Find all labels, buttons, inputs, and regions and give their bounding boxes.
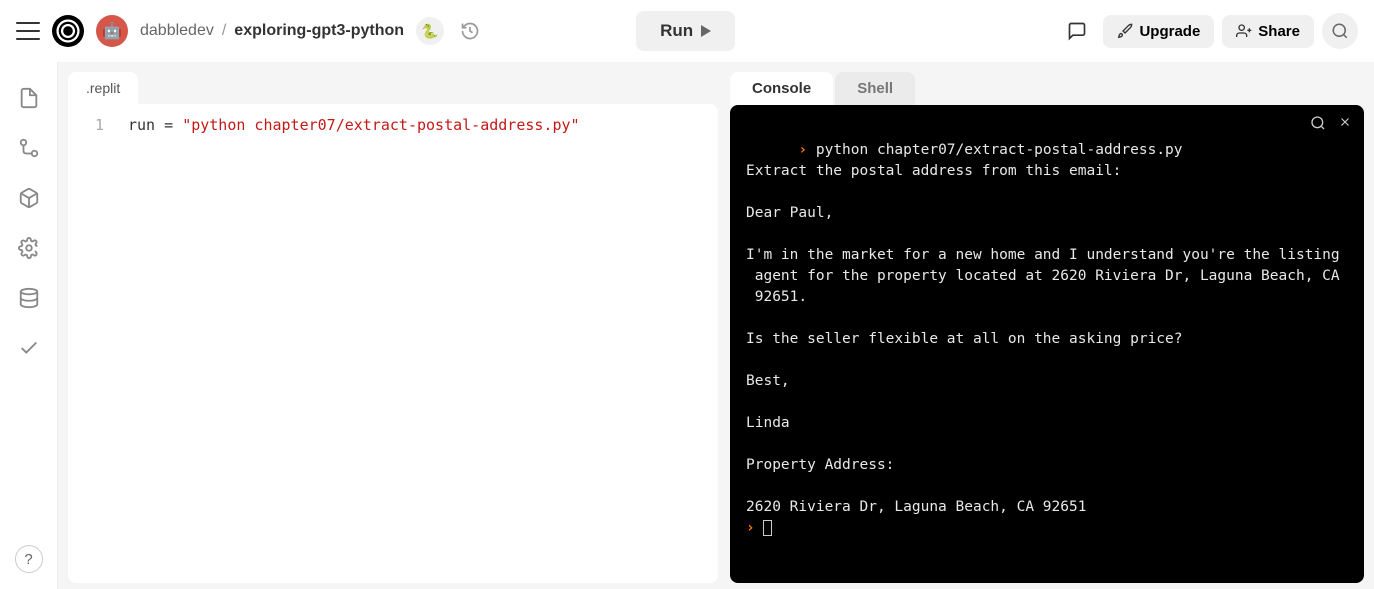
upgrade-button[interactable]: Upgrade [1103,15,1214,48]
rocket-icon [1117,23,1133,39]
console-pane: Console Shell › python chapter07/extract… [724,62,1374,589]
replit-logo[interactable] [52,15,84,47]
terminal-tools [1310,115,1352,131]
share-icon [1236,23,1252,39]
files-icon[interactable] [17,86,41,110]
settings-icon[interactable] [17,236,41,260]
cursor [763,520,772,536]
terminal[interactable]: › python chapter07/extract-postal-addres… [730,105,1364,583]
main: ? .replit 1 run = "python chapter07/extr… [0,62,1374,589]
editor-line: 1 run = "python chapter07/extract-postal… [84,116,702,134]
chat-icon[interactable] [1059,13,1095,49]
database-icon[interactable] [17,286,41,310]
prompt-caret-2: › [746,520,755,536]
python-badge[interactable]: 🐍 [416,17,444,45]
file-tab[interactable]: .replit [68,72,138,104]
search-button[interactable] [1322,13,1358,49]
upgrade-label: Upgrade [1139,23,1200,40]
sidebar: ? [0,62,58,589]
editor-pane: .replit 1 run = "python chapter07/extrac… [58,62,724,589]
line-number: 1 [84,116,104,134]
share-label: Share [1258,23,1300,40]
run-button[interactable]: Run [636,11,735,51]
breadcrumb-sep: / [222,22,226,40]
code-editor[interactable]: 1 run = "python chapter07/extract-postal… [68,104,718,583]
check-icon[interactable] [17,336,41,360]
terminal-output: Extract the postal address from this ema… [746,163,1340,515]
history-icon[interactable] [456,17,484,45]
code-content: run = "python chapter07/extract-postal-a… [128,116,580,134]
play-icon [701,25,711,37]
terminal-close-icon[interactable] [1338,115,1352,131]
breadcrumb-project[interactable]: exploring-gpt3-python [234,22,404,40]
menu-icon[interactable] [16,22,40,40]
avatar[interactable]: 🤖 [96,15,128,47]
breadcrumb-user[interactable]: dabbledev [140,22,214,40]
terminal-command: python chapter07/extract-postal-address.… [816,142,1183,158]
packages-icon[interactable] [17,186,41,210]
breadcrumb: dabbledev / exploring-gpt3-python [140,22,404,40]
header: 🤖 dabbledev / exploring-gpt3-python 🐍 Ru… [0,0,1374,62]
share-button[interactable]: Share [1222,15,1314,48]
tab-shell[interactable]: Shell [835,72,915,105]
version-control-icon[interactable] [17,136,41,160]
search-icon [1331,22,1349,40]
tab-console[interactable]: Console [730,72,833,105]
console-tabs: Console Shell [730,72,1364,105]
run-label: Run [660,21,693,41]
terminal-search-icon[interactable] [1310,115,1326,131]
prompt-caret: › [798,142,807,158]
help-button[interactable]: ? [15,545,43,573]
